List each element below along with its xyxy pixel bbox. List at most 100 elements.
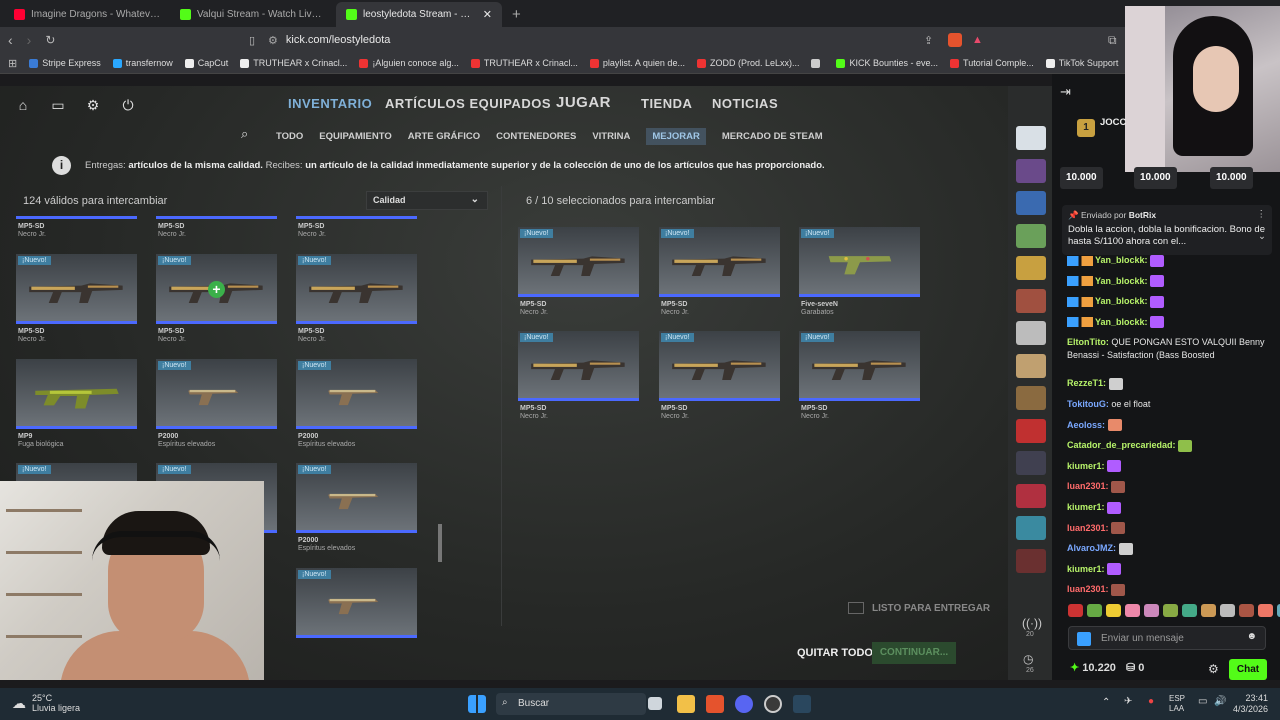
site-info-icon[interactable]: ⚙ bbox=[268, 34, 278, 47]
chat-username[interactable]: Catador_de_precariedad: bbox=[1067, 440, 1176, 450]
wifi-icon[interactable]: ✈ bbox=[1124, 696, 1132, 707]
friend-avatar[interactable] bbox=[1016, 418, 1046, 443]
system-clock[interactable]: 23:41 4/3/2026 bbox=[1233, 693, 1268, 715]
filter-tab[interactable]: TODO bbox=[276, 131, 303, 142]
friend-avatar[interactable] bbox=[1016, 191, 1046, 215]
inventory-item-card[interactable]: ¡Nuevo! bbox=[518, 227, 639, 297]
inventory-item-card[interactable]: ¡Nuevo! bbox=[16, 254, 137, 324]
chrome-taskbar-icon[interactable] bbox=[764, 695, 782, 713]
filter-tab[interactable]: MEJORAR bbox=[646, 127, 706, 145]
chat-username[interactable]: Yan_blockk: bbox=[1095, 255, 1148, 265]
points-display[interactable]: ✦ 10.220 bbox=[1070, 661, 1116, 674]
inventory-item-card[interactable]: ¡Nuevo! bbox=[296, 359, 417, 429]
coin-chip-2[interactable]: 10.000 bbox=[1134, 167, 1177, 189]
close-tab-icon[interactable]: ✕ bbox=[483, 8, 492, 21]
filter-tab[interactable]: MERCADO DE STEAM bbox=[722, 131, 823, 142]
inventory-item-card[interactable]: ¡Nuevo! bbox=[659, 227, 780, 297]
home-icon[interactable]: ⌂ bbox=[11, 97, 35, 113]
chat-username[interactable]: EltonTito: bbox=[1067, 337, 1109, 347]
reload-icon[interactable]: ↻ bbox=[45, 33, 55, 47]
chat-username[interactable]: luan2301: bbox=[1067, 584, 1109, 594]
kick-emote-icon[interactable] bbox=[1077, 632, 1091, 646]
quick-emote-icon[interactable] bbox=[1201, 604, 1216, 617]
pinned-message[interactable]: 📌 Enviado por BotRix Dobla la accion, do… bbox=[1062, 205, 1272, 255]
sort-select[interactable]: Calidad ⌄ bbox=[366, 191, 488, 210]
browser-tab[interactable]: leostyledota Stream - Watch Live on Kick… bbox=[336, 2, 502, 27]
discord-taskbar-icon[interactable] bbox=[735, 695, 753, 713]
chat-username[interactable]: kiumer1: bbox=[1067, 502, 1105, 512]
bookmark-item[interactable]: ¡Alguien conoce alg... bbox=[359, 58, 459, 68]
friend-avatar[interactable] bbox=[1016, 353, 1046, 378]
friend-avatar[interactable] bbox=[1016, 321, 1046, 345]
bookmark-item[interactable]: TikTok Support bbox=[1045, 58, 1118, 68]
bookmark-item[interactable]: ZODD (Prod. LeLxx)... bbox=[696, 58, 799, 68]
chat-username[interactable]: RezzeT1: bbox=[1067, 378, 1106, 388]
friend-avatar[interactable] bbox=[1016, 516, 1046, 540]
inventory-item-card[interactable]: ¡Nuevo! bbox=[799, 227, 920, 297]
filter-tab[interactable]: CONTENEDORES bbox=[496, 131, 576, 142]
file-explorer-icon[interactable] bbox=[677, 695, 695, 713]
back-icon[interactable]: ‹ bbox=[8, 32, 13, 48]
filter-tab[interactable]: ARTE GRÁFICO bbox=[408, 131, 480, 142]
filter-tab[interactable]: VITRINA bbox=[592, 131, 630, 142]
bookmark-item[interactable]: Stripe Express bbox=[29, 58, 101, 68]
chat-settings-icon[interactable]: ⚙ bbox=[1208, 662, 1219, 676]
chat-username[interactable]: Yan_blockk: bbox=[1095, 317, 1148, 327]
nav-inventario[interactable]: INVENTARIO bbox=[288, 96, 372, 111]
power-icon[interactable]: ⏻ bbox=[116, 97, 140, 114]
friend-avatar[interactable] bbox=[1016, 451, 1046, 475]
quick-emote-icon[interactable] bbox=[1220, 604, 1235, 617]
tv-icon[interactable]: ▭ bbox=[46, 97, 70, 114]
inventory-item-card[interactable] bbox=[16, 359, 137, 429]
brave-rewards-icon[interactable]: ▲ bbox=[972, 34, 983, 46]
quick-emote-icon[interactable] bbox=[1106, 604, 1121, 617]
remove-all-button[interactable]: QUITAR TODO bbox=[797, 647, 873, 659]
friend-avatar[interactable] bbox=[1016, 256, 1046, 280]
filter-tab[interactable]: EQUIPAMIENTO bbox=[319, 131, 392, 142]
weather-widget[interactable]: ☁ 25°C Lluvia ligera bbox=[12, 693, 80, 713]
quick-emote-icon[interactable] bbox=[1144, 604, 1159, 617]
share-icon[interactable]: ⇪ bbox=[924, 34, 933, 47]
mic-icon[interactable]: ● bbox=[1148, 696, 1154, 707]
nav-articulos-equipados[interactable]: ARTÍCULOS EQUIPADOS bbox=[385, 96, 551, 111]
friend-avatar[interactable] bbox=[1016, 126, 1046, 150]
scrollbar-thumb[interactable] bbox=[438, 524, 442, 562]
brave-shield-icon[interactable] bbox=[948, 33, 962, 47]
inventory-item-card[interactable]: ¡Nuevo! bbox=[296, 568, 417, 638]
quick-emote-icon[interactable] bbox=[1125, 604, 1140, 617]
expand-pinned-icon[interactable]: ⌄ bbox=[1258, 231, 1266, 243]
checkbox-icon[interactable] bbox=[848, 602, 864, 614]
chat-username[interactable]: Aeoloss: bbox=[1067, 420, 1105, 430]
friend-avatar[interactable] bbox=[1016, 288, 1046, 313]
tray-chevron-icon[interactable]: ⌃ bbox=[1102, 697, 1110, 708]
coin-chip-3[interactable]: 10.000 bbox=[1210, 167, 1253, 189]
chat-input[interactable]: Enviar un mensaje ☻ bbox=[1068, 626, 1266, 650]
quick-emote-icon[interactable] bbox=[1087, 604, 1102, 617]
inventory-item-card[interactable]: ¡Nuevo! bbox=[156, 359, 277, 429]
friend-avatar[interactable] bbox=[1016, 548, 1046, 573]
browser-tab[interactable]: Imagine Dragons - Whatever It Takes bbox=[4, 2, 170, 27]
continue-button[interactable]: CONTINUAR... bbox=[872, 642, 956, 664]
quick-emote-icon[interactable] bbox=[1258, 604, 1273, 617]
nav-jugar[interactable]: JUGAR bbox=[556, 94, 611, 111]
friend-avatar[interactable] bbox=[1016, 483, 1046, 508]
nav-noticias[interactable]: NOTICIAS bbox=[712, 96, 778, 111]
chat-username[interactable]: AlvaroJMZ: bbox=[1067, 543, 1116, 553]
friend-avatar[interactable] bbox=[1016, 158, 1046, 183]
bookmark-item[interactable]: KICK Bounties - eve... bbox=[836, 58, 938, 68]
volume-icon[interactable]: 🔊 bbox=[1214, 696, 1226, 707]
bookmark-item[interactable] bbox=[811, 58, 824, 68]
broadcast-icon[interactable]: ((·)) bbox=[1022, 616, 1042, 630]
bookmark-item[interactable]: TRUTHEAR x Crinacl... bbox=[240, 58, 347, 68]
network-icon[interactable]: ▭ bbox=[1198, 696, 1207, 707]
url-field[interactable]: ⚙ kick.com/leostyledota bbox=[268, 31, 992, 49]
ready-to-deliver[interactable]: LISTO PARA ENTREGAR bbox=[848, 602, 990, 614]
windows-start-icon[interactable] bbox=[468, 695, 486, 713]
extensions-icon[interactable]: ⧉ bbox=[1108, 33, 1117, 48]
new-tab-button[interactable]: + bbox=[502, 2, 531, 27]
chat-send-button[interactable]: Chat bbox=[1229, 659, 1267, 680]
bookmark-item[interactable]: playlist. A quien de... bbox=[589, 58, 685, 68]
taskbar-search[interactable]: ⌕ Buscar bbox=[496, 693, 646, 715]
inventory-item-card[interactable]: ¡Nuevo! bbox=[296, 254, 417, 324]
bookmark-item[interactable]: CapCut bbox=[184, 58, 228, 68]
